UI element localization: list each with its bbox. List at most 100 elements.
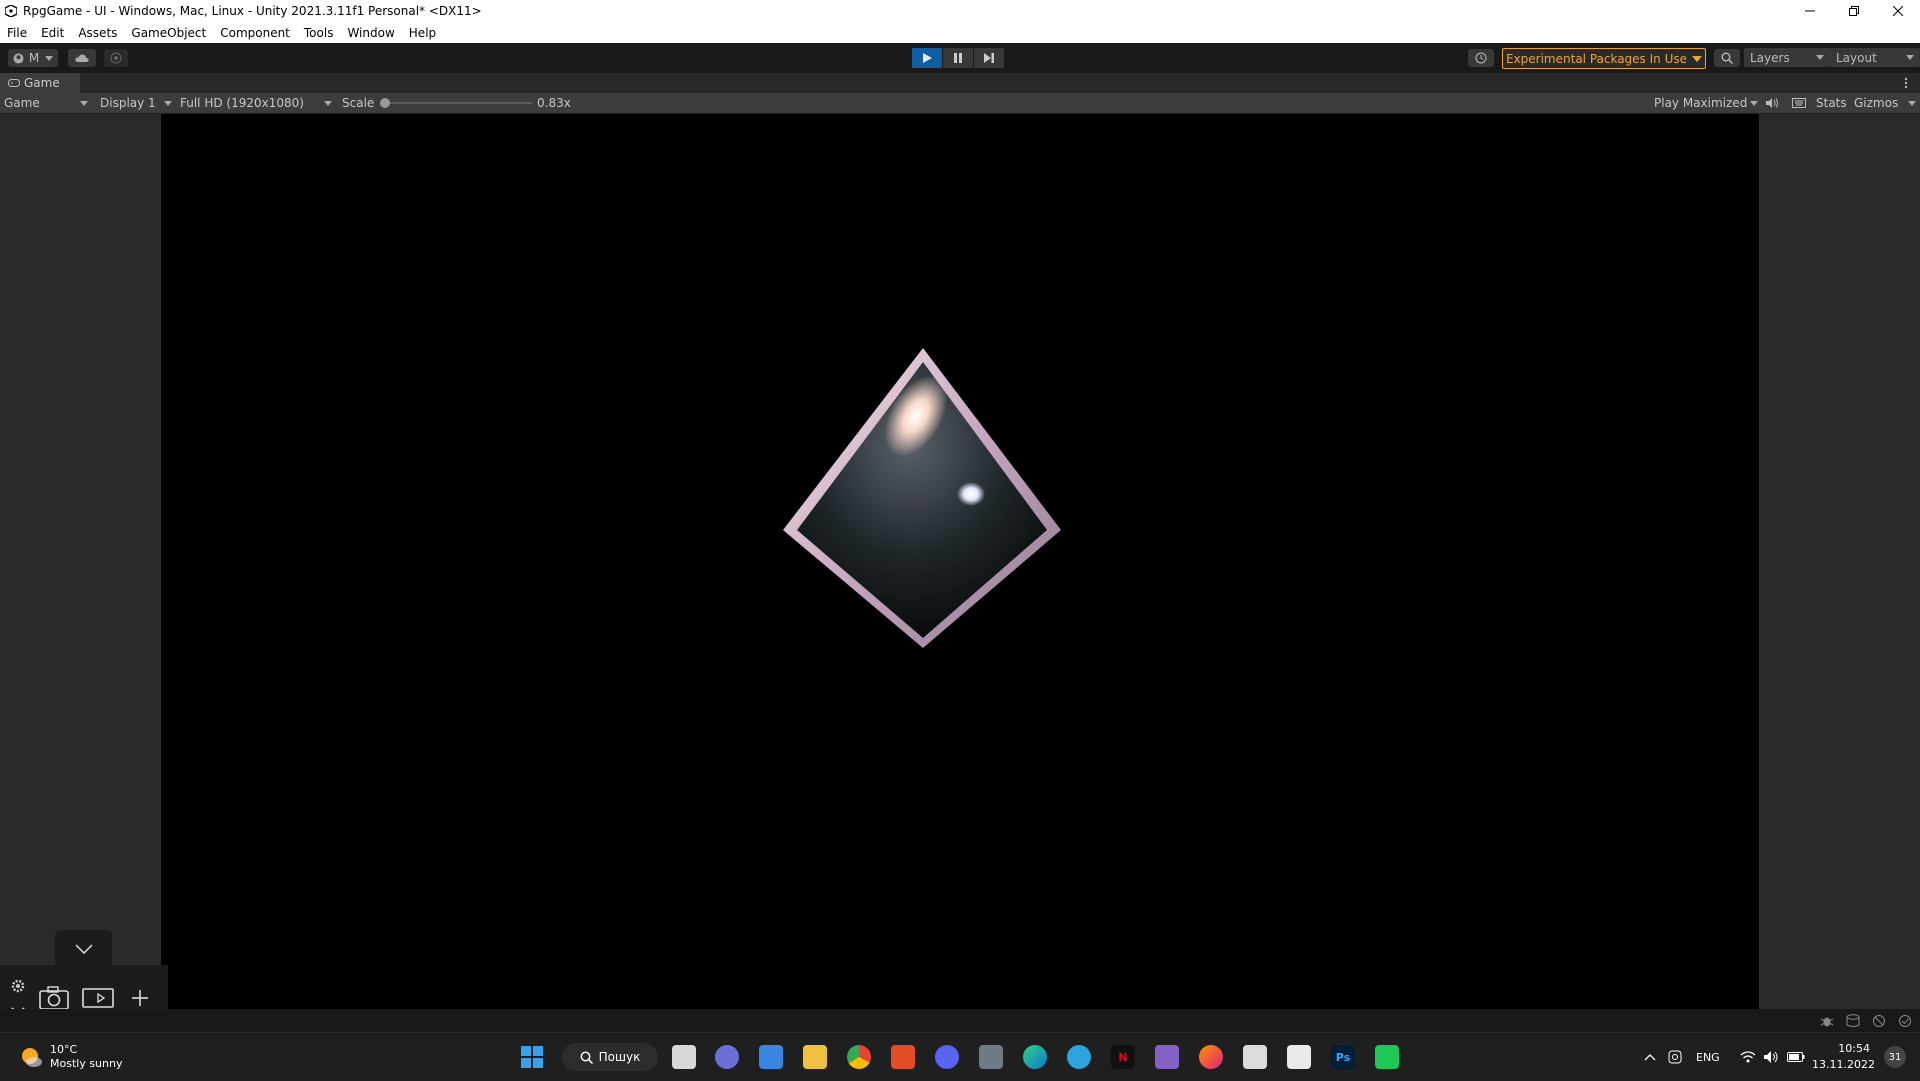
cloud-button[interactable]	[68, 49, 96, 67]
clock-time: 10:54	[1838, 1042, 1870, 1055]
pause-button[interactable]	[943, 48, 973, 68]
game-view-toolbar: Game Display 1 Full HD (1920x1080) Scale…	[0, 93, 1920, 114]
epic-launcher-icon[interactable]	[979, 1045, 1003, 1069]
discord-icon[interactable]	[935, 1045, 959, 1069]
capture-collapse-tab[interactable]	[55, 930, 112, 968]
microsoft-store-icon[interactable]	[759, 1045, 783, 1069]
windows-taskbar: 10°C Mostly sunny Пошук N Ps ENG 10:54 1…	[0, 1032, 1920, 1081]
close-icon	[1893, 6, 1903, 16]
chevron-down-icon	[1906, 55, 1914, 60]
view-dropdown[interactable]: Game	[4, 93, 88, 113]
unity-hub-icon[interactable]	[1243, 1045, 1267, 1069]
file-explorer-icon[interactable]	[803, 1045, 827, 1069]
step-icon	[984, 53, 994, 63]
start-button[interactable]	[520, 1045, 544, 1069]
weather-temp: 10°C	[50, 1043, 78, 1056]
scale-slider-track	[380, 102, 532, 104]
experimental-packages-button[interactable]: Experimental Packages In Use	[1502, 48, 1706, 69]
right-letterbox	[1759, 114, 1920, 1009]
gamepad-icon	[8, 79, 20, 87]
stats-button[interactable]: Stats	[1816, 93, 1847, 113]
menu-assets[interactable]: Assets	[71, 26, 124, 40]
recorder-app-icon[interactable]	[1375, 1045, 1399, 1069]
layout-dropdown[interactable]: Layout	[1830, 48, 1920, 67]
office-icon[interactable]	[891, 1045, 915, 1069]
gizmos-label: Gizmos	[1854, 96, 1899, 110]
collab-button[interactable]	[104, 49, 128, 67]
mute-audio-button[interactable]	[1766, 93, 1779, 113]
menu-help[interactable]: Help	[402, 26, 443, 40]
resolution-dropdown[interactable]: Full HD (1920x1080)	[180, 93, 332, 113]
gizmos-dropdown[interactable]: Gizmos	[1854, 93, 1916, 113]
minimize-button[interactable]	[1788, 0, 1832, 22]
layers-label: Layers	[1750, 50, 1790, 65]
volume-icon[interactable]	[1764, 1051, 1780, 1063]
menu-file[interactable]: File	[0, 26, 34, 40]
menu-bar: File Edit Assets GameObject Component To…	[0, 22, 1920, 44]
check-circle-icon[interactable]	[1898, 1014, 1912, 1028]
menu-window[interactable]: Window	[340, 26, 401, 40]
search-label: Пошук	[598, 1050, 641, 1064]
language-indicator[interactable]: ENG	[1696, 1051, 1720, 1064]
play-icon	[923, 53, 932, 63]
menu-gameobject[interactable]: GameObject	[124, 26, 213, 40]
clock[interactable]: 10:54 13.11.2022	[1812, 1041, 1875, 1073]
add-icon[interactable]	[132, 990, 148, 1006]
play-button[interactable]	[912, 48, 942, 68]
auto-generate-lighting-icon[interactable]	[1872, 1014, 1886, 1028]
task-view-icon[interactable]	[672, 1045, 696, 1069]
search-button[interactable]	[1714, 49, 1740, 67]
step-button[interactable]	[974, 48, 1004, 68]
camera-icon[interactable]	[39, 986, 69, 1010]
notification-badge[interactable]: 31	[1884, 1046, 1906, 1068]
menu-component[interactable]: Component	[213, 26, 297, 40]
chrome-icon[interactable]	[847, 1045, 871, 1069]
chevron-up-icon[interactable]	[1644, 1053, 1656, 1061]
scale-slider-thumb[interactable]	[380, 98, 390, 108]
collab-icon	[110, 52, 122, 64]
settings-gear-icon[interactable]	[11, 979, 25, 993]
taskbar-search[interactable]: Пошук	[562, 1043, 658, 1071]
account-dropdown[interactable]: M	[8, 49, 58, 67]
telegram-icon[interactable]	[1067, 1045, 1091, 1069]
play-mode-dropdown[interactable]: Play Maximized	[1654, 93, 1758, 113]
chevron-down-icon	[80, 100, 88, 106]
chevron-down-icon	[324, 100, 332, 106]
game-viewport[interactable]	[161, 114, 1759, 1009]
speaker-icon	[1766, 98, 1778, 108]
keyboard-shortcuts-button[interactable]	[1792, 93, 1806, 113]
unity-logo-icon	[5, 5, 17, 17]
scale-slider[interactable]	[380, 93, 532, 113]
window-titlebar: RpgGame - UI - Windows, Mac, Linux - Uni…	[0, 0, 1920, 22]
scale-label: Scale	[342, 96, 375, 110]
teams-chat-icon[interactable]	[715, 1045, 739, 1069]
bug-icon[interactable]	[1820, 1014, 1834, 1028]
video-camera-icon[interactable]	[82, 987, 114, 1009]
chevron-down-icon	[74, 944, 93, 954]
netflix-icon[interactable]: N	[1111, 1045, 1135, 1069]
weather-widget[interactable]: 10°C Mostly sunny	[18, 1043, 122, 1071]
menu-edit[interactable]: Edit	[34, 26, 71, 40]
edge-icon[interactable]	[1023, 1045, 1047, 1069]
layers-dropdown[interactable]: Layers	[1744, 48, 1830, 67]
firefox-icon[interactable]	[1199, 1045, 1223, 1069]
cache-server-icon[interactable]	[1846, 1014, 1860, 1028]
photoshop-icon[interactable]: Ps	[1331, 1045, 1355, 1069]
window-title: RpgGame - UI - Windows, Mac, Linux - Uni…	[23, 4, 482, 18]
search-icon	[1721, 52, 1733, 64]
restore-button[interactable]	[1832, 0, 1876, 22]
play-mode-label: Play Maximized	[1654, 96, 1748, 110]
history-button[interactable]	[1468, 49, 1494, 67]
tray-app-icon[interactable]	[1668, 1050, 1682, 1064]
chevron-down-icon	[1750, 100, 1758, 106]
close-button[interactable]	[1876, 0, 1920, 22]
wifi-icon[interactable]	[1740, 1051, 1756, 1063]
tab-game[interactable]: Game	[0, 73, 80, 93]
menu-tools[interactable]: Tools	[297, 26, 341, 40]
battery-icon[interactable]	[1787, 1051, 1805, 1063]
play-controls	[912, 48, 1005, 68]
visual-studio-icon[interactable]	[1155, 1045, 1179, 1069]
display-dropdown[interactable]: Display 1	[100, 93, 172, 113]
unity-editor-icon[interactable]	[1287, 1045, 1311, 1069]
more-options-icon[interactable]	[1904, 77, 1908, 89]
